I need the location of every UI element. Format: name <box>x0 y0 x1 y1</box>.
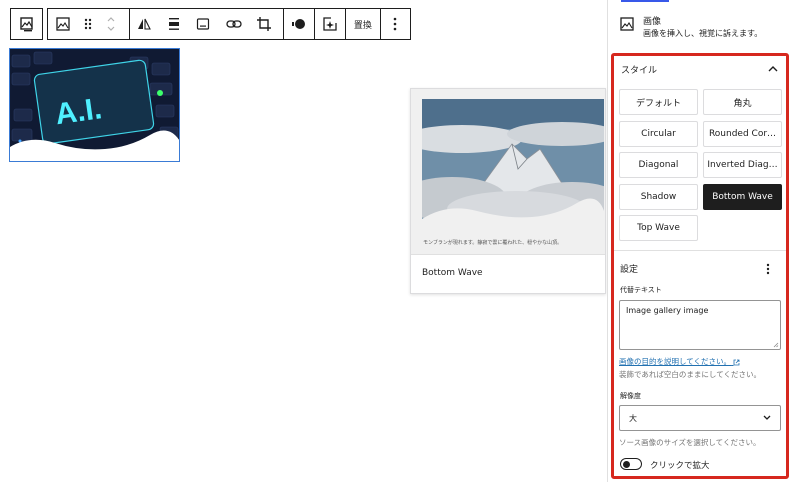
replace-button[interactable]: 置換 <box>346 9 379 39</box>
resolution-select[interactable]: 大 <box>619 405 781 431</box>
settings-panel-title: 設定 <box>620 265 639 275</box>
resolution-label: 解像度 <box>620 392 641 400</box>
settings-more-button[interactable] <box>766 260 778 275</box>
image-block-icon <box>620 17 634 31</box>
style-option-bottom-wave[interactable]: Bottom Wave <box>703 184 782 210</box>
chevron-down-icon <box>763 415 771 420</box>
alt-text-input[interactable]: Image gallery image <box>619 300 781 350</box>
style-option-default[interactable]: デフォルト <box>619 89 698 115</box>
replace-label: 置換 <box>353 20 372 31</box>
toggle-knob <box>623 460 630 468</box>
style-option-label: Circular <box>641 129 676 139</box>
block-card-description: 画像を挿入し、視覚に訴えます。 <box>643 29 763 38</box>
crop-button[interactable] <box>250 9 280 39</box>
link-icon <box>226 20 242 28</box>
move-up-down-buttons[interactable] <box>99 9 123 39</box>
preview-style-name: Bottom Wave <box>422 268 483 278</box>
duotone-button[interactable] <box>284 9 314 39</box>
image-block-icon <box>19 17 33 32</box>
more-vertical-icon <box>766 263 770 275</box>
style-option-circular[interactable]: Circular <box>619 121 698 147</box>
ai-image-button[interactable] <box>315 9 345 39</box>
caption-button[interactable] <box>189 9 219 39</box>
crop-icon <box>257 17 272 31</box>
block-card-title: 画像 <box>643 17 662 27</box>
more-vertical-icon <box>393 17 397 31</box>
style-option-label: Inverted Diag… <box>707 160 778 170</box>
style-preview-card: モンブランが現れます。静寂で雲に覆われた、穏やかな山頂。 Bottom Wave <box>410 88 606 294</box>
link-button[interactable] <box>218 9 249 39</box>
style-option-rounded-corner[interactable]: Rounded Cor… <box>703 121 782 147</box>
resize-handle-icon[interactable] <box>773 342 779 348</box>
image-icon <box>56 17 70 31</box>
external-link-icon <box>734 359 740 365</box>
alt-text-label: 代替テキスト <box>620 286 662 294</box>
style-option-top-wave[interactable]: Top Wave <box>619 215 698 241</box>
style-option-shadow[interactable]: Shadow <box>619 184 698 210</box>
style-option-label: デフォルト <box>635 98 681 109</box>
block-type-button[interactable] <box>11 9 42 39</box>
alt-help-link-text: 画像の目的を説明してください。 <box>619 357 732 366</box>
image-icon-button[interactable] <box>48 9 78 39</box>
lightbox-toggle[interactable] <box>620 458 642 470</box>
alt-help-link[interactable]: 画像の目的を説明してください。 <box>619 356 740 367</box>
styles-panel-title: スタイル <box>621 66 658 76</box>
style-option-rounded[interactable]: 角丸 <box>703 89 782 115</box>
style-option-label: Shadow <box>640 192 677 202</box>
ai-keyboard-image: A.I. <box>10 49 179 161</box>
style-option-label: Bottom Wave <box>712 192 773 202</box>
more-options-button[interactable] <box>381 9 411 39</box>
drag-handle[interactable] <box>78 9 100 39</box>
styles-panel-header[interactable]: スタイル <box>614 56 786 82</box>
lightbox-label: クリックで拡大 <box>650 461 710 471</box>
align-center-icon <box>168 18 179 30</box>
resolution-help: ソース画像のサイズを選択してください。 <box>619 438 761 447</box>
resolution-value: 大 <box>629 414 637 423</box>
block-parent-toolbar <box>10 8 43 40</box>
alt-text-value: Image gallery image <box>626 306 709 315</box>
duotone-icon <box>291 19 305 29</box>
preview-caption: モンブランが現れます。静寂で雲に覆われた、穏やかな山頂。 <box>423 240 563 246</box>
style-option-diagonal[interactable]: Diagonal <box>619 152 698 178</box>
sidebar-active-tab-indicator <box>621 0 669 2</box>
panel-divider <box>614 250 786 251</box>
chevron-up-icon <box>768 66 778 72</box>
flip-button[interactable] <box>130 9 160 39</box>
chevron-up-down-icon <box>107 17 115 31</box>
style-option-inverted-diagonal[interactable]: Inverted Diag… <box>703 152 782 178</box>
style-option-label: Top Wave <box>637 223 680 233</box>
flip-icon <box>138 18 152 30</box>
block-toolbar: 置換 <box>47 8 411 40</box>
alt-help-text: 装飾であれば空白のままにしてください。 <box>619 370 761 379</box>
style-option-label: Diagonal <box>638 160 679 170</box>
drag-handle-icon <box>85 18 92 30</box>
ai-text: A.I. <box>53 92 104 131</box>
align-button[interactable] <box>159 9 189 39</box>
style-option-label: Rounded Cor… <box>708 129 777 139</box>
caption-icon <box>197 18 210 30</box>
sparkle-image-icon <box>323 17 337 31</box>
preview-image-area: モンブランが現れます。静寂で雲に覆われた、穏やかな山頂。 <box>411 89 605 254</box>
mont-blanc-image <box>422 99 604 234</box>
preview-divider <box>411 254 605 255</box>
style-option-label: 角丸 <box>733 98 752 109</box>
selected-image-block[interactable]: A.I. <box>9 48 180 162</box>
